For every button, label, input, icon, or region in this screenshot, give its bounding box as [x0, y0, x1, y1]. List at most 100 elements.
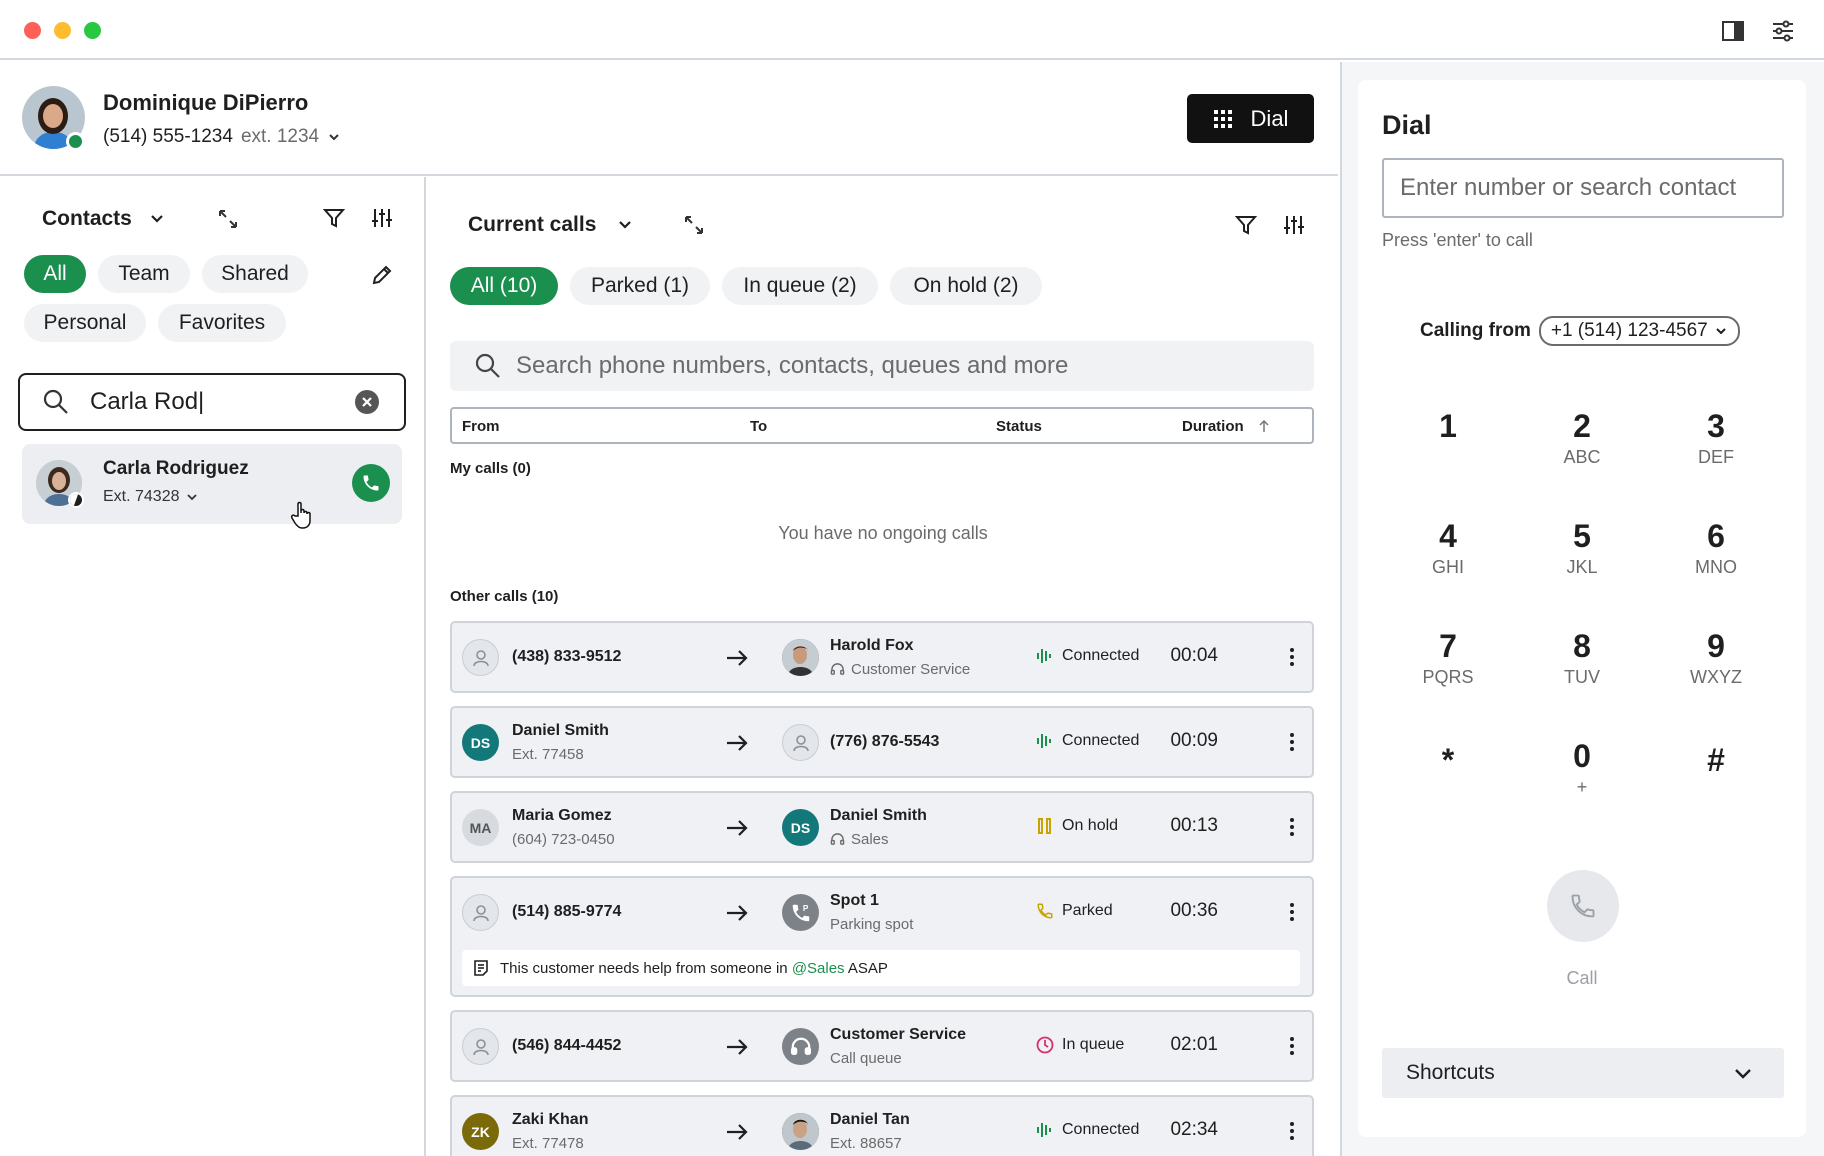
clear-search-icon[interactable] [354, 389, 380, 415]
person-icon [472, 904, 489, 921]
person-icon [472, 1038, 489, 1055]
call-row[interactable]: (438) 833-9512 Harold Fox Customer Servi… [450, 621, 1314, 693]
dialpad-key-4[interactable]: 4 GHI [1403, 518, 1493, 608]
call-to-sub: Parking spot [830, 916, 914, 933]
dialpad-digit: 2 [1573, 408, 1591, 444]
call-to: Customer Service [830, 1026, 967, 1043]
calls-view-menu[interactable]: Current calls [468, 213, 634, 237]
dialpad-digit: 3 [1707, 408, 1725, 444]
caller-initials-avatar: MA [462, 809, 499, 846]
dialpad-letters: GHI [1431, 557, 1464, 577]
dialpad-key-1[interactable]: 1 [1403, 408, 1493, 498]
contacts-filter-all[interactable]: All [24, 255, 86, 293]
minimize-window-button[interactable] [54, 22, 71, 39]
dial-number-input[interactable] [1382, 158, 1784, 218]
chevron-down-icon [329, 134, 339, 141]
dialpad-key-hash[interactable]: # [1671, 742, 1761, 832]
call-from-sub: Ext. 77458 [512, 746, 584, 763]
calls-tab-parked[interactable]: Parked (1) [570, 267, 710, 305]
contacts-search-value: Carla Rod| [90, 388, 205, 415]
expand-icon[interactable] [216, 207, 240, 231]
call-to-sub: Sales [851, 831, 889, 848]
contacts-search-input[interactable]: Carla Rod| [18, 373, 406, 431]
arrow-right-icon [727, 1039, 748, 1055]
settings-sliders-icon[interactable] [1282, 213, 1306, 237]
call-from-sub: (604) 723-0450 [512, 831, 615, 848]
contacts-menu[interactable]: Contacts [42, 207, 166, 231]
column-to[interactable]: To [750, 418, 767, 435]
dialpad-key-7[interactable]: 7 PQRS [1403, 628, 1493, 718]
dialpad-key-0[interactable]: 0 + [1537, 738, 1627, 828]
contacts-filter-personal[interactable]: Personal [24, 304, 146, 342]
dialpad-key-2[interactable]: 2 ABC [1537, 408, 1627, 498]
filter-icon[interactable] [1234, 213, 1258, 237]
call-note: This customer needs help from someone in… [462, 950, 1300, 986]
calling-from-select[interactable]: +1 (514) 123-4567 [1538, 316, 1740, 346]
zoom-window-button[interactable] [84, 22, 101, 39]
expand-icon[interactable] [682, 213, 706, 237]
more-options-icon[interactable] [1282, 815, 1302, 839]
dialpad-digit: 1 [1439, 408, 1457, 444]
calling-from-value: +1 (514) 123-4567 [1550, 320, 1708, 341]
column-duration[interactable]: Duration [1182, 418, 1244, 435]
contacts-filter-shared[interactable]: Shared [202, 255, 308, 293]
user-phone-selector[interactable]: (514) 555-1234 ext. 1234 [103, 126, 341, 148]
dialpad-key-5[interactable]: 5 JKL [1537, 518, 1627, 608]
more-options-icon[interactable] [1282, 645, 1302, 669]
more-options-icon[interactable] [1282, 1034, 1302, 1058]
dialpad-key-6[interactable]: 6 MNO [1671, 518, 1761, 608]
more-options-icon[interactable] [1282, 730, 1302, 754]
sort-ascending-icon[interactable] [1258, 419, 1270, 433]
call-contact-button[interactable] [352, 464, 390, 502]
dialpad-key-3[interactable]: 3 DEF [1671, 408, 1761, 498]
dialpad-key-star[interactable]: * [1403, 742, 1493, 832]
filter-icon[interactable] [322, 206, 346, 230]
close-window-button[interactable] [24, 22, 41, 39]
calls-search-input[interactable]: Search phone numbers, contacts, queues a… [450, 341, 1314, 391]
dial-button[interactable]: Dial [1187, 94, 1314, 143]
other-calls-label: Other calls (10) [450, 588, 559, 605]
calls-tab-all[interactable]: All (10) [450, 267, 558, 305]
dialpad-key-8[interactable]: 8 TUV [1537, 628, 1627, 718]
call-button[interactable] [1547, 870, 1619, 942]
user-extension: ext. 1234 [240, 126, 320, 147]
call-row[interactable]: (514) 885-9774 P Spot 1 Parking spot Par… [450, 876, 1314, 997]
calls-table-header: From To Status Duration [450, 407, 1314, 444]
preferences-icon[interactable] [1770, 18, 1796, 44]
edit-pencil-icon[interactable] [370, 263, 394, 287]
sidebar-toggle-icon[interactable] [1720, 18, 1746, 44]
more-options-icon[interactable] [1282, 1119, 1302, 1143]
call-row[interactable]: (546) 844-4452 Customer Service Call que… [450, 1010, 1314, 1082]
agent-avatar [782, 639, 819, 676]
phone-icon [363, 475, 379, 491]
contact-extension-selector[interactable]: Ext. 74328 [103, 488, 198, 506]
dialpad-letters: MNO [1695, 557, 1737, 577]
call-to-sub: Ext. 88657 [830, 1135, 902, 1152]
calls-tab-in-queue[interactable]: In queue (2) [722, 267, 878, 305]
user-header: Dominique DiPierro (514) 555-1234 ext. 1… [0, 62, 1338, 176]
presence-away-icon [68, 492, 84, 508]
column-from[interactable]: From [462, 418, 500, 435]
contacts-filter-team[interactable]: Team [98, 255, 190, 293]
contact-result-item[interactable]: Carla Rodriguez Ext. 74328 [22, 444, 402, 529]
unknown-contact-avatar [782, 724, 819, 761]
shortcuts-accordion[interactable]: Shortcuts [1382, 1048, 1784, 1098]
call-queue-avatar [782, 1028, 819, 1065]
contact-name: Carla Rodriguez [103, 458, 249, 479]
presence-online-indicator [66, 132, 85, 151]
settings-sliders-icon[interactable] [370, 206, 394, 230]
calls-tab-on-hold[interactable]: On hold (2) [890, 267, 1042, 305]
call-note-prefix: This customer needs help from someone in [500, 959, 792, 977]
dialpad-key-9[interactable]: 9 WXYZ [1671, 628, 1761, 718]
note-mention[interactable]: @Sales [792, 960, 845, 977]
call-row[interactable]: DS Daniel Smith Ext. 77458 (776) 876-554… [450, 706, 1314, 778]
column-status[interactable]: Status [996, 418, 1042, 435]
call-row[interactable]: ZK Zaki Khan Ext. 77478 Daniel Tan Ext. … [450, 1095, 1314, 1156]
more-options-icon[interactable] [1282, 900, 1302, 924]
dialpad-icon [1213, 109, 1232, 128]
arrow-right-icon [727, 1124, 748, 1140]
contacts-filter-favorites[interactable]: Favorites [158, 304, 286, 342]
call-row[interactable]: MA Maria Gomez (604) 723-0450 DS Daniel … [450, 791, 1314, 863]
phone-icon [1571, 894, 1595, 918]
agent-initials-avatar: DS [782, 809, 819, 846]
